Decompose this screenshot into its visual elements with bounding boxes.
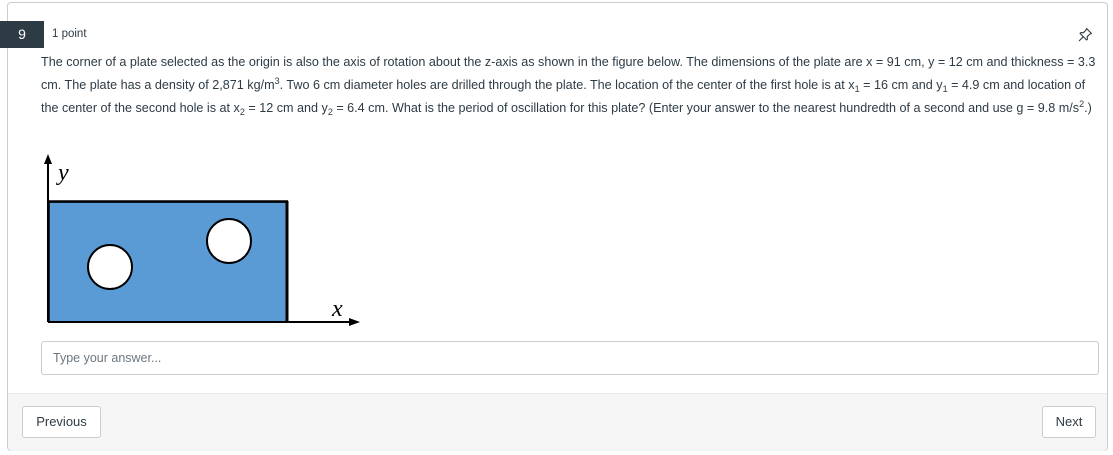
next-button[interactable]: Next bbox=[1042, 406, 1096, 438]
question-points: 1 point bbox=[52, 28, 87, 40]
question-number: 9 bbox=[0, 21, 44, 48]
pin-icon[interactable] bbox=[1076, 26, 1094, 44]
answer-input[interactable] bbox=[41, 341, 1099, 375]
navigation-footer bbox=[8, 393, 1107, 451]
question-text: The corner of a plate selected as the or… bbox=[41, 55, 1096, 117]
x-axis-label: x bbox=[331, 296, 343, 322]
y-axis-label: y bbox=[56, 160, 69, 186]
y-axis-arrowhead bbox=[44, 154, 52, 164]
hole-first bbox=[87, 244, 133, 290]
hole-second bbox=[206, 218, 252, 264]
plate bbox=[48, 201, 288, 323]
plate-figure: y x bbox=[44, 154, 360, 326]
x-axis-arrowhead bbox=[349, 318, 360, 326]
previous-button[interactable]: Previous bbox=[22, 406, 101, 438]
